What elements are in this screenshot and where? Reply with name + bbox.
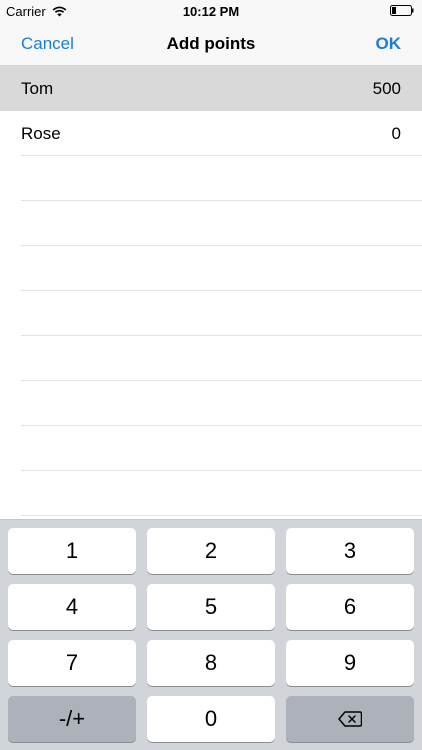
player-list: Tom 500 Rose 0 bbox=[0, 66, 422, 516]
sign-toggle-key[interactable]: -/+ bbox=[8, 696, 136, 742]
empty-row bbox=[0, 156, 422, 201]
status-bar: Carrier 10:12 PM bbox=[0, 0, 422, 22]
player-name: Tom bbox=[21, 78, 54, 98]
ok-button[interactable]: OK bbox=[376, 34, 402, 54]
numeric-keypad: 1 2 3 4 5 6 7 8 9 -/+ 0 bbox=[0, 519, 422, 750]
empty-row bbox=[0, 201, 422, 246]
key-2[interactable]: 2 bbox=[147, 528, 275, 574]
navigation-bar: Cancel Add points OK bbox=[0, 22, 422, 66]
key-1[interactable]: 1 bbox=[8, 528, 136, 574]
key-4[interactable]: 4 bbox=[8, 584, 136, 630]
backspace-key[interactable] bbox=[286, 696, 414, 742]
player-points: 0 bbox=[391, 123, 401, 143]
key-7[interactable]: 7 bbox=[8, 640, 136, 686]
key-5[interactable]: 5 bbox=[147, 584, 275, 630]
key-8[interactable]: 8 bbox=[147, 640, 275, 686]
key-3[interactable]: 3 bbox=[286, 528, 414, 574]
empty-row bbox=[0, 291, 422, 336]
empty-row bbox=[0, 426, 422, 471]
player-row-tom[interactable]: Tom 500 bbox=[0, 66, 422, 111]
key-0[interactable]: 0 bbox=[147, 696, 275, 742]
key-6[interactable]: 6 bbox=[286, 584, 414, 630]
player-name: Rose bbox=[21, 123, 61, 143]
empty-row bbox=[0, 381, 422, 426]
backspace-icon bbox=[338, 711, 362, 727]
empty-row bbox=[0, 246, 422, 291]
battery-icon bbox=[390, 5, 414, 16]
cancel-button[interactable]: Cancel bbox=[21, 34, 74, 54]
status-time: 10:12 PM bbox=[182, 4, 240, 19]
player-row-rose[interactable]: Rose 0 bbox=[0, 111, 422, 156]
empty-row bbox=[0, 471, 422, 516]
key-9[interactable]: 9 bbox=[286, 640, 414, 686]
player-points: 500 bbox=[372, 78, 401, 98]
empty-row bbox=[0, 336, 422, 381]
